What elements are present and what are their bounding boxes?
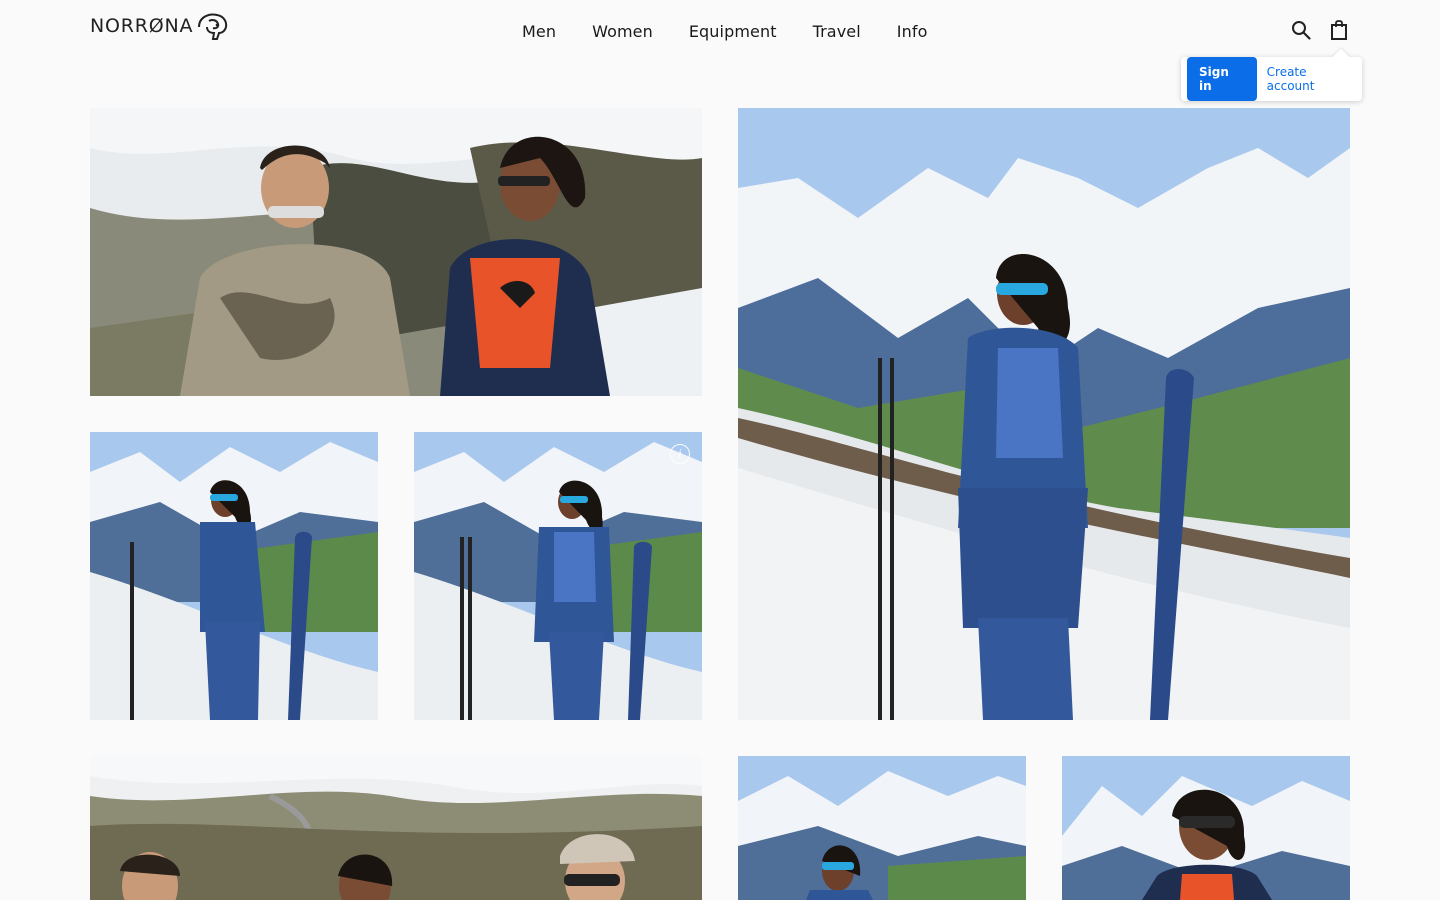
photo-pole-pose-image (90, 432, 378, 720)
nav-item-info[interactable]: Info (879, 18, 946, 45)
gallery-photo-standing-ski[interactable]: i (414, 432, 702, 720)
nav-item-women[interactable]: Women (574, 18, 671, 45)
gallery-photo-ski-mountain[interactable] (738, 108, 1350, 720)
search-icon[interactable] (1290, 18, 1312, 42)
account-popover: Sign in Create account (1181, 57, 1362, 101)
photo-couple-image (90, 108, 702, 396)
nav-item-equipment[interactable]: Equipment (671, 18, 795, 45)
shopping-bag-icon[interactable] (1328, 18, 1350, 42)
gallery-photo-group[interactable] (90, 756, 702, 900)
nav-item-men[interactable]: Men (504, 18, 574, 45)
nav-item-travel[interactable]: Travel (795, 18, 879, 45)
gallery-photo-pole-pose[interactable] (90, 432, 378, 720)
photo-group-image (90, 756, 702, 900)
brand-name: NORRØNA (90, 15, 194, 37)
photo-standing-ski-image (414, 432, 702, 720)
header-icons (1290, 18, 1350, 42)
info-icon[interactable]: i (670, 444, 690, 464)
photo-orange-closeup-image (1062, 756, 1350, 900)
ram-logo-icon (198, 13, 228, 40)
gallery-photo-couple[interactable] (90, 108, 702, 396)
gallery-photo-orange-closeup[interactable] (1062, 756, 1350, 900)
create-account-link[interactable]: Create account (1267, 65, 1356, 93)
gallery-photo-blue-closeup[interactable] (738, 756, 1026, 900)
main-nav: Men Women Equipment Travel Info (504, 18, 945, 45)
sign-in-button[interactable]: Sign in (1187, 57, 1257, 101)
photo-blue-closeup-image (738, 756, 1026, 900)
photo-ski-mountain-image (738, 108, 1350, 720)
brand-logo[interactable]: NORRØNA (90, 11, 229, 41)
